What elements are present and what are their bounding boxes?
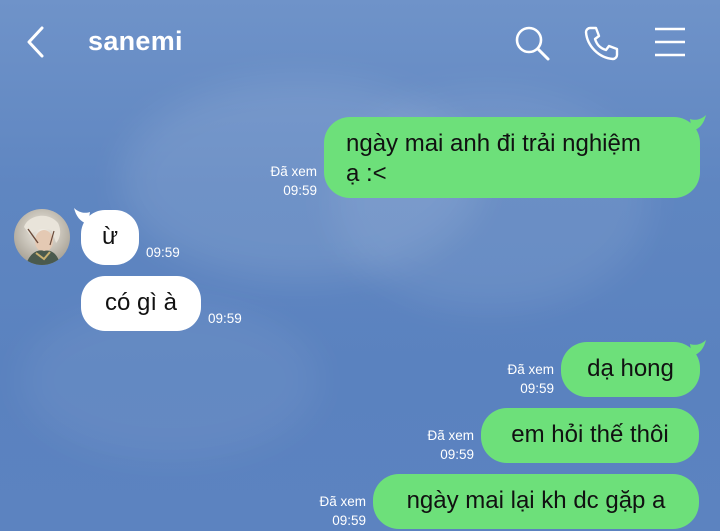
message-bubble-outgoing[interactable]: em hỏi thế thôi — [481, 408, 699, 463]
contact-avatar-image — [14, 209, 70, 265]
message-text: dạ hong — [587, 355, 674, 382]
message-bubble-outgoing[interactable]: dạ hong — [561, 342, 700, 397]
bubble-tail — [690, 115, 706, 131]
message-meta: Đã xem 09:59 — [407, 426, 474, 464]
message-text: ạ :< — [346, 160, 387, 187]
menu-icon — [655, 27, 685, 57]
call-button[interactable] — [582, 23, 622, 63]
message-bubble-outgoing[interactable]: ngày mai lại kh dc gặp a — [373, 474, 699, 529]
message-time: 09:59 — [332, 513, 366, 528]
read-receipt: Đã xem — [507, 362, 554, 377]
message-bubble-incoming[interactable]: có gì à — [81, 276, 201, 331]
message-text: em hỏi thế thôi — [511, 421, 669, 448]
chevron-left-icon — [27, 26, 44, 58]
message-meta: Đã xem 09:59 — [250, 162, 317, 200]
read-receipt: Đã xem — [270, 164, 317, 179]
message-time: 09:59 — [520, 381, 554, 396]
search-icon — [515, 26, 550, 61]
message-text: ừ — [101, 223, 119, 250]
search-button[interactable] — [512, 23, 552, 63]
message-time: 09:59 — [146, 245, 180, 260]
message-text: ngày mai anh đi trải nghiệm — [346, 130, 641, 157]
chat-title: sanemi — [88, 26, 183, 56]
back-button[interactable] — [22, 25, 52, 59]
message-time: 09:59 — [440, 447, 474, 462]
message-bubble-outgoing[interactable]: ngày mai anh đi trải nghiệm ạ :< — [324, 117, 700, 198]
message-meta: Đã xem 09:59 — [299, 492, 366, 530]
read-receipt: Đã xem — [319, 494, 366, 509]
bubble-tail — [690, 340, 706, 356]
message-time: 09:59 — [283, 183, 317, 198]
avatar[interactable] — [14, 209, 70, 265]
read-receipt: Đã xem — [427, 428, 474, 443]
message-text: ngày mai lại kh dc gặp a — [406, 487, 666, 514]
message-text: có gì à — [104, 289, 178, 316]
menu-button[interactable] — [650, 23, 690, 63]
bubble-tail — [74, 208, 90, 224]
phone-icon — [584, 26, 619, 61]
message-meta: Đã xem 09:59 — [487, 360, 554, 398]
message-time: 09:59 — [208, 311, 242, 326]
chat-header: sanemi — [0, 0, 720, 86]
